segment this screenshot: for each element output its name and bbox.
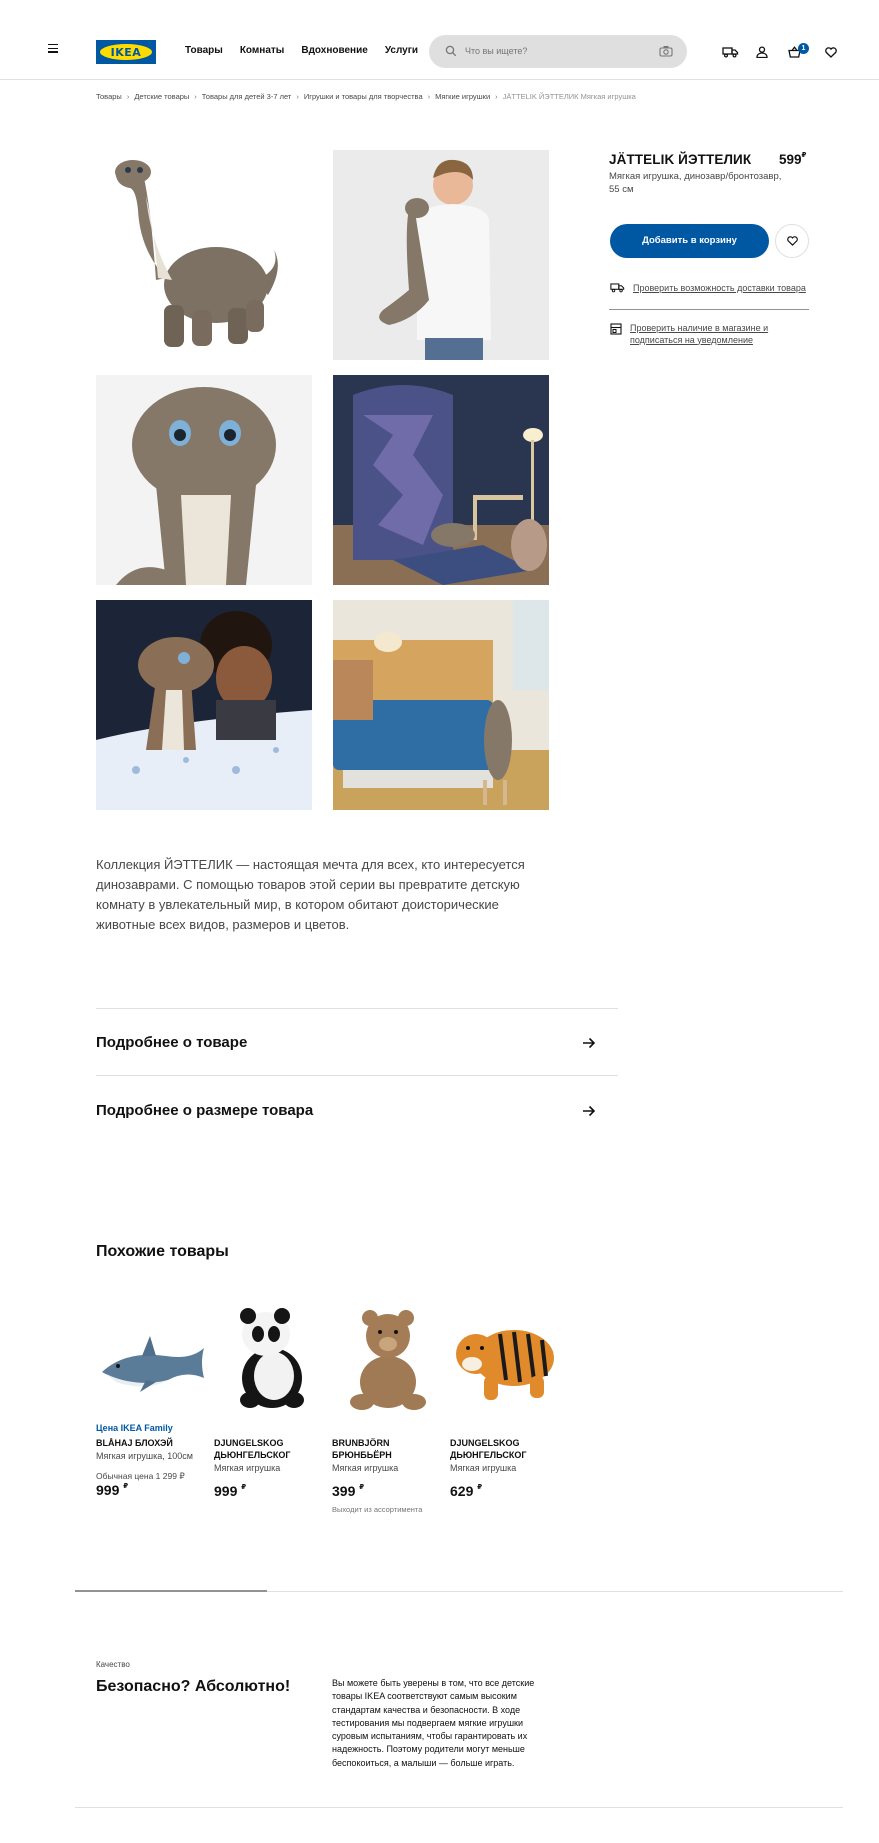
price-value: 599	[779, 152, 802, 167]
search-icon	[445, 45, 457, 57]
breadcrumb-item[interactable]: Игрушки и товары для творчества	[304, 92, 423, 101]
product-card-price: 999 ₽	[96, 1482, 208, 1498]
product-image-bedroom[interactable]	[333, 600, 549, 810]
product-card-price: 999 ₽	[214, 1483, 326, 1499]
heart-icon[interactable]	[825, 47, 837, 58]
product-image-boy-holding-dino[interactable]	[333, 150, 549, 360]
breadcrumb-item[interactable]: Мягкие игрушки	[435, 92, 490, 101]
product-card[interactable]: DJUNGELSKOG ДЬЮНГЕЛЬСКОГ Мягкая игрушка …	[450, 1300, 562, 1499]
quality-title: Безопасно? Абсолютно!	[96, 1678, 291, 1695]
quality-text: Вы можете быть уверены в том, что все де…	[332, 1678, 535, 1768]
divider	[96, 1008, 618, 1009]
divider	[96, 1075, 618, 1076]
arrow-right-icon	[583, 1105, 596, 1116]
user-icon[interactable]	[756, 46, 768, 58]
divider	[75, 1807, 843, 1808]
product-size-label: Подробнее о размере товара	[96, 1102, 314, 1119]
product-card-name: BLÅHAJ БЛОХЭЙ	[96, 1438, 173, 1448]
product-card-desc: Мягкая игрушка, 100см	[96, 1451, 193, 1461]
product-price: 599₽	[779, 152, 806, 167]
top-nav: Товары Комнаты Вдохновение Услуги	[185, 45, 418, 56]
product-image-dino[interactable]	[96, 150, 312, 360]
price-value: 629	[450, 1483, 474, 1499]
product-image-tent-room[interactable]	[333, 375, 549, 585]
product-card-image-bear	[332, 1300, 444, 1418]
product-name: JÄTTELIK ЙЭТТЕЛИК	[609, 152, 752, 167]
price-currency: ₽	[801, 152, 807, 159]
breadcrumb-item[interactable]: Товары для детей 3-7 лет	[202, 92, 292, 101]
similar-products-title: Похожие товары	[96, 1243, 229, 1260]
product-card-image-shark	[96, 1300, 208, 1418]
price-currency: ₽	[241, 1484, 247, 1491]
breadcrumb-item[interactable]: Товары	[96, 92, 122, 101]
product-details-label: Подробнее о товаре	[96, 1034, 248, 1051]
family-price-label: Цена IKEA Family	[96, 1423, 173, 1433]
carousel-scrollbar-thumb[interactable]	[75, 1590, 267, 1592]
product-image-dino-face[interactable]	[96, 375, 312, 585]
add-to-cart-button[interactable]: Добавить в корзину	[610, 224, 769, 258]
price-value: 999	[96, 1482, 120, 1498]
product-card-desc: Мягкая игрушка	[332, 1463, 399, 1473]
product-card-name: DJUNGELSKOG ДЬЮНГЕЛЬСКОГ	[214, 1438, 291, 1460]
breadcrumb: Товары › Детские товары › Товары для детей…	[96, 92, 636, 101]
cart-count-badge: 1	[798, 43, 809, 54]
product-details-toggle[interactable]: Подробнее о товаре	[96, 1034, 596, 1051]
menu-icon[interactable]	[48, 44, 58, 53]
family-price-label	[214, 1423, 326, 1437]
product-card-name: BRUNBJÖRN БРЮНБЬЁРН	[332, 1438, 392, 1460]
divider	[609, 309, 809, 310]
discontinued-note: Выходит из ассортимента	[332, 1505, 423, 1514]
truck-icon	[610, 283, 625, 293]
product-card[interactable]: DJUNGELSKOG ДЬЮНГЕЛЬСКОГ Мягкая игрушка …	[214, 1300, 326, 1499]
stock-link-text: Проверить наличие в магазине и подписать…	[630, 323, 769, 345]
delivery-link-text: Проверить возможность доставки товара	[633, 282, 806, 293]
price-value: 999	[214, 1483, 238, 1499]
family-price-label	[332, 1423, 444, 1437]
breadcrumb-current: JÄTTELIK ЙЭТТЕЛИК Мягкая игрушка	[502, 92, 636, 101]
product-card-desc: Мягкая игрушка	[450, 1463, 517, 1473]
add-to-wishlist-button[interactable]	[775, 224, 809, 258]
product-card-price: 399 ₽	[332, 1483, 444, 1499]
heart-icon	[786, 236, 798, 246]
arrow-right-icon	[583, 1037, 596, 1048]
nav-services[interactable]: Услуги	[385, 45, 418, 56]
product-card-name: DJUNGELSKOG ДЬЮНГЕЛЬСКОГ	[450, 1438, 527, 1460]
store-icon	[610, 323, 622, 335]
breadcrumb-item[interactable]: Детские товары	[134, 92, 189, 101]
price-value: 399	[332, 1483, 356, 1499]
camera-icon[interactable]	[659, 45, 673, 57]
nav-inspiration[interactable]: Вдохновение	[301, 45, 367, 56]
price-currency: ₽	[123, 1483, 129, 1490]
regular-price: Обычная цена 1 299 ₽	[96, 1471, 185, 1481]
product-card[interactable]: Цена IKEA Family BLÅHAJ БЛОХЭЙ Мягкая иг…	[96, 1300, 208, 1498]
price-currency: ₽	[477, 1484, 483, 1491]
product-card-desc: Мягкая игрушка	[214, 1463, 281, 1473]
product-card-image-tiger	[450, 1300, 562, 1418]
nav-rooms[interactable]: Комнаты	[240, 45, 285, 56]
store-stock-link[interactable]: Проверить наличие в магазине и подписать…	[610, 323, 775, 346]
nav-products[interactable]: Товары	[185, 45, 223, 56]
price-currency: ₽	[359, 1484, 365, 1491]
truck-icon[interactable]	[722, 46, 739, 58]
quality-label: Качество	[96, 1660, 130, 1669]
site-header: IKEA Товары Комнаты Вдохновение Услуги Ч…	[0, 0, 879, 80]
logo-text: IKEA	[110, 45, 142, 59]
product-card[interactable]: BRUNBJÖRN БРЮНБЬЁРН Мягкая игрушка 399 ₽…	[332, 1300, 444, 1514]
product-card-image-panda	[214, 1300, 326, 1418]
product-card-price: 629 ₽	[450, 1483, 562, 1499]
search-placeholder: Что вы ищете?	[465, 46, 528, 56]
product-description: Мягкая игрушка, динозавр/бронтозавр, 55 …	[609, 171, 782, 195]
ikea-logo[interactable]: IKEA	[96, 40, 156, 64]
delivery-check-link[interactable]: Проверить возможность доставки товара	[610, 282, 806, 293]
product-size-toggle[interactable]: Подробнее о размере товара	[96, 1102, 596, 1119]
product-long-description: Коллекция ЙЭТТЕЛИК — настоящая мечта для…	[96, 857, 525, 932]
search-input[interactable]: Что вы ищете?	[429, 35, 687, 68]
product-image-boy-bed[interactable]	[96, 600, 312, 810]
family-price-label	[450, 1423, 562, 1437]
